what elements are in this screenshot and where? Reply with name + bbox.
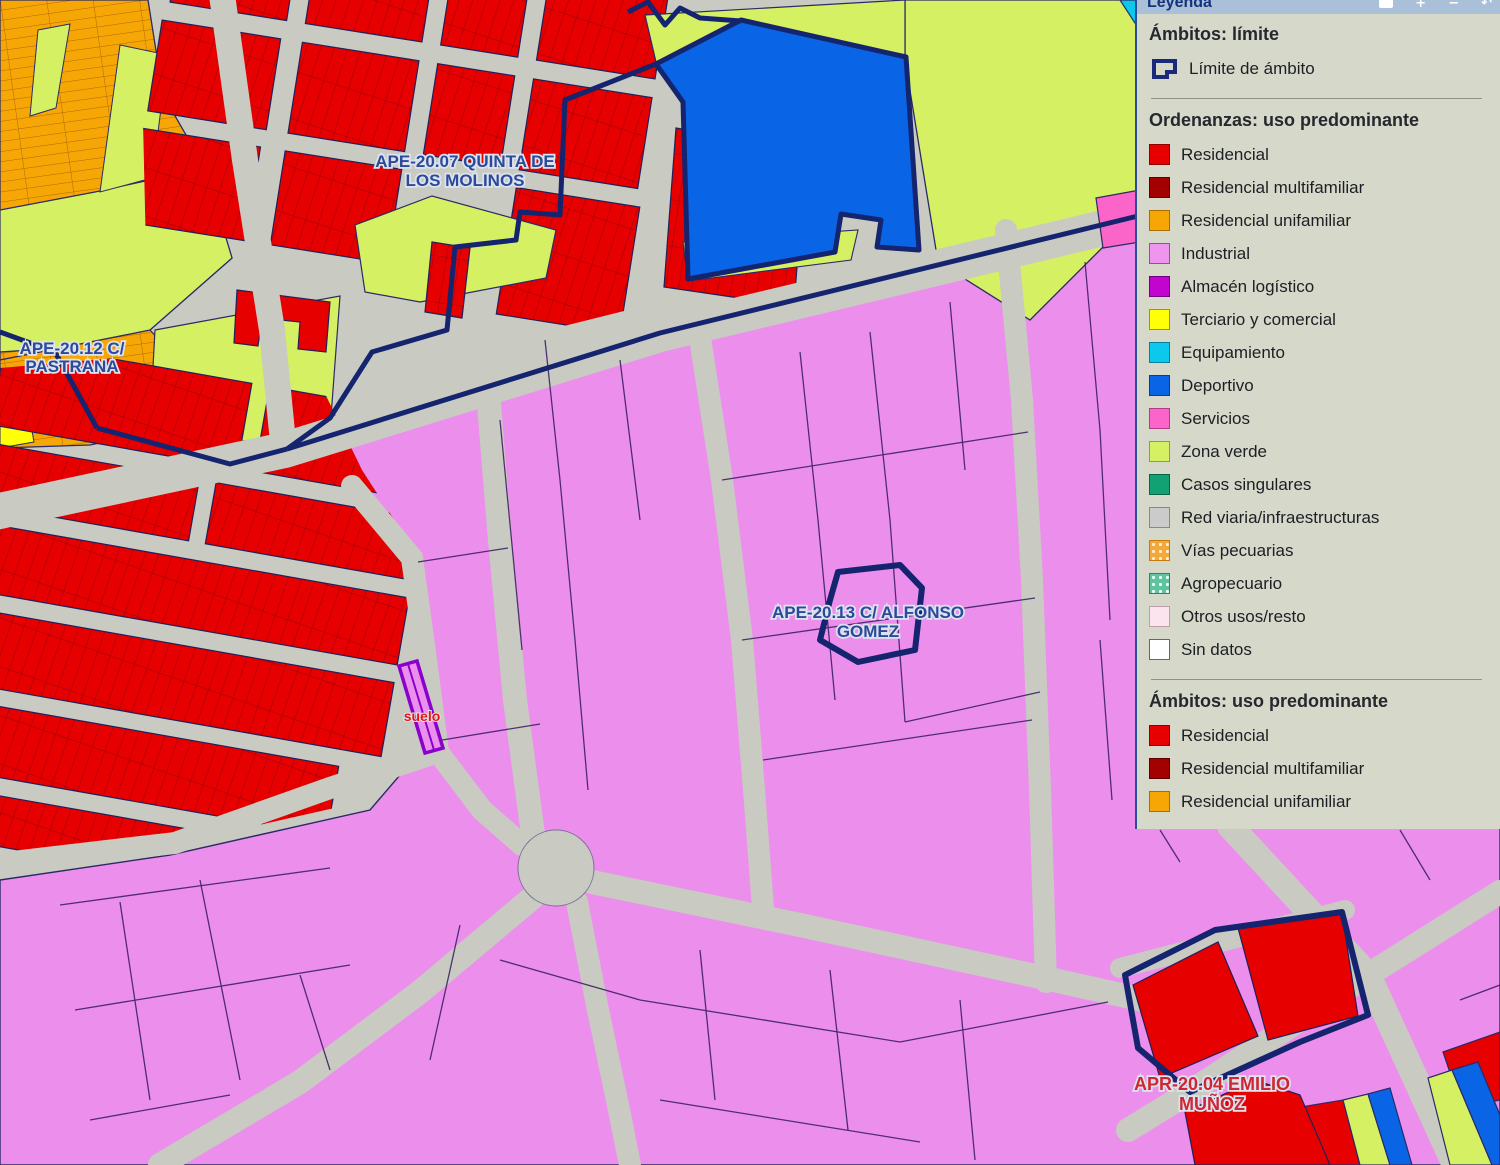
color-swatch xyxy=(1149,474,1170,495)
legend-item-label: Almacén logístico xyxy=(1181,277,1314,297)
section-header-ordenanzas: Ordenanzas: uso predominante xyxy=(1149,108,1494,132)
label-emilio-2: MUÑOZ xyxy=(1179,1093,1245,1114)
label-pastrana-1: APE-20.12 C/ xyxy=(20,339,125,358)
color-swatch xyxy=(1149,309,1170,330)
label-quinta-2: LOS MOLINOS xyxy=(406,171,525,190)
legend-item-label: Equipamiento xyxy=(1181,343,1285,363)
legend-item: Sin datos xyxy=(1149,633,1494,666)
color-swatch-dotted xyxy=(1149,540,1170,561)
undo-button[interactable]: ↶ xyxy=(1481,0,1492,12)
legend-item: Residencial xyxy=(1149,719,1494,752)
legend-item: Servicios xyxy=(1149,402,1494,435)
legend-item-label: Residencial unifamiliar xyxy=(1181,211,1351,231)
legend-separator xyxy=(1151,679,1482,680)
legend-separator xyxy=(1151,98,1482,99)
legend-item-label: Residencial xyxy=(1181,726,1269,746)
legend-titlebar[interactable]: Leyenda + − ↶ xyxy=(1137,0,1500,14)
legend-item-label: Deportivo xyxy=(1181,376,1254,396)
color-swatch xyxy=(1149,375,1170,396)
legend-item-limite: Límite de ámbito xyxy=(1149,52,1494,85)
label-alfonso-1: APE-20.13 C/ ALFONSO xyxy=(772,603,964,622)
legend-item: Residencial multifamiliar xyxy=(1149,752,1494,785)
legend-item-label: Red viaria/infraestructuras xyxy=(1181,508,1379,528)
color-swatch xyxy=(1149,725,1170,746)
color-swatch xyxy=(1149,144,1170,165)
legend-item: Agropecuario xyxy=(1149,567,1494,600)
legend-item-label: Residencial xyxy=(1181,145,1269,165)
legend-item: Zona verde xyxy=(1149,435,1494,468)
color-swatch xyxy=(1149,408,1170,429)
color-swatch xyxy=(1149,210,1170,231)
color-swatch xyxy=(1149,177,1170,198)
legend-item: Residencial unifamiliar xyxy=(1149,204,1494,237)
legend-item-label: Sin datos xyxy=(1181,640,1252,660)
legend-item: Vías pecuarias xyxy=(1149,534,1494,567)
section-header-ambitos-limite: Ámbitos: límite xyxy=(1149,22,1494,46)
color-swatch-dotted xyxy=(1149,573,1170,594)
label-emilio-1: APR-20.04 EMILIO xyxy=(1134,1074,1290,1094)
legend-item-label: Servicios xyxy=(1181,409,1250,429)
camera-icon xyxy=(1379,0,1393,8)
color-swatch xyxy=(1149,243,1170,264)
color-swatch xyxy=(1149,276,1170,297)
legend-item-label: Límite de ámbito xyxy=(1189,59,1315,79)
color-swatch xyxy=(1149,791,1170,812)
color-swatch xyxy=(1149,758,1170,779)
color-swatch xyxy=(1149,342,1170,363)
legend-item: Equipamiento xyxy=(1149,336,1494,369)
legend-item: Residencial multifamiliar xyxy=(1149,171,1494,204)
legend-item: Red viaria/infraestructuras xyxy=(1149,501,1494,534)
legend-item-label: Otros usos/resto xyxy=(1181,607,1306,627)
legend-item-label: Residencial multifamiliar xyxy=(1181,178,1364,198)
legend-item-label: Casos singulares xyxy=(1181,475,1311,495)
label-quinta-1: APE-20.07 QUINTA DE xyxy=(375,152,555,171)
legend-item: Terciario y comercial xyxy=(1149,303,1494,336)
legend-item: Deportivo xyxy=(1149,369,1494,402)
color-swatch xyxy=(1149,441,1170,462)
legend-item-label: Agropecuario xyxy=(1181,574,1282,594)
legend-item: Industrial xyxy=(1149,237,1494,270)
legend-panel: Leyenda + − ↶ Ámbitos: límite Límite de … xyxy=(1135,0,1500,829)
label-suelo: suelo xyxy=(404,708,441,724)
legend-item-label: Industrial xyxy=(1181,244,1250,264)
limite-ambito-icon xyxy=(1149,57,1179,81)
legend-item: Almacén logístico xyxy=(1149,270,1494,303)
color-swatch xyxy=(1149,639,1170,660)
legend-item: Casos singulares xyxy=(1149,468,1494,501)
label-alfonso-2: GOMEZ xyxy=(837,622,899,641)
color-swatch xyxy=(1149,507,1170,528)
legend-title: Leyenda xyxy=(1147,0,1212,12)
legend-item: Residencial xyxy=(1149,138,1494,171)
legend-item: Otros usos/resto xyxy=(1149,600,1494,633)
minimize-button[interactable]: − xyxy=(1448,0,1459,12)
legend-item-label: Residencial unifamiliar xyxy=(1181,792,1351,812)
section-header-ambitos-uso: Ámbitos: uso predominante xyxy=(1149,689,1494,713)
legend-item-label: Vías pecuarias xyxy=(1181,541,1293,561)
legend-item-label: Zona verde xyxy=(1181,442,1267,462)
gis-viewer: APE-20.07 QUINTA DE LOS MOLINOS APE-20.1… xyxy=(0,0,1500,1165)
legend-item: Residencial unifamiliar xyxy=(1149,785,1494,818)
legend-item-label: Terciario y comercial xyxy=(1181,310,1336,330)
label-pastrana-2: PASTRANA xyxy=(25,357,118,376)
color-swatch xyxy=(1149,606,1170,627)
legend-item-label: Residencial multifamiliar xyxy=(1181,759,1364,779)
snapshot-button[interactable] xyxy=(1379,0,1393,12)
zoom-in-button[interactable]: + xyxy=(1415,0,1426,12)
